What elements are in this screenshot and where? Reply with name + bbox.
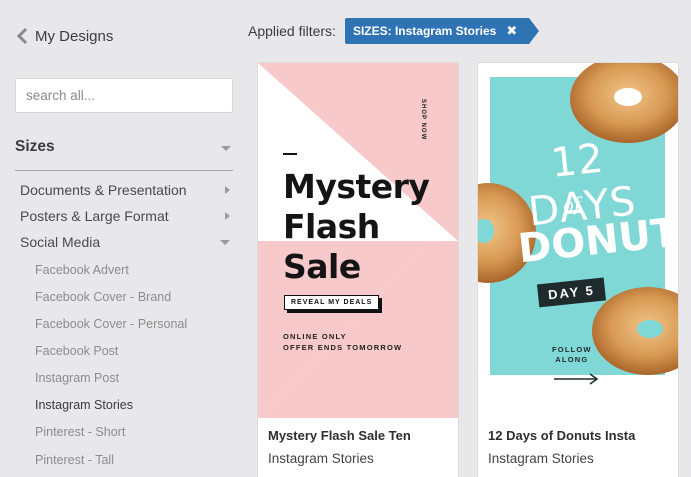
design-name: Mystery Flash Sale Ten [268,428,411,443]
category-label: Posters & Large Format [20,208,169,224]
caret-right-icon [225,212,230,220]
offer-text: ONLINE ONLY OFFER ENDS TOMORROW [283,331,402,353]
subitem-facebook-advert[interactable]: Facebook Advert [35,263,129,277]
filter-chip-sizes[interactable]: SIZES: Instagram Stories ✖ [344,18,540,44]
design-card-12-days-of-donuts[interactable]: 12 DAYS of DONUT DAY 5 FOLLOW ALONG 12 D… [477,62,679,477]
sidebar: My Designs Sizes Documents & Presentatio… [0,0,245,477]
category-label: Social Media [20,234,101,250]
design-card-mystery-flash-sale[interactable]: SHOP NOW Mystery Flash Sale REVEAL MY DE… [257,62,459,477]
category-social-media[interactable]: Social Media [20,234,232,250]
design-type: Instagram Stories [488,451,594,466]
remove-filter-icon[interactable]: ✖ [506,23,517,39]
design-thumbnail: 12 DAYS of DONUT DAY 5 FOLLOW ALONG [478,63,678,418]
follow-along-text: FOLLOW ALONG [552,345,592,365]
offer-line: OFFER ENDS TOMORROW [283,343,403,352]
chevron-left-icon [16,27,28,45]
offer-line: ONLINE ONLY [283,332,347,341]
subitem-facebook-post[interactable]: Facebook Post [35,344,118,358]
shop-now-text: SHOP NOW [420,99,426,141]
of-text: of [561,194,582,217]
arrow-right-icon [554,373,599,385]
design-thumbnail: SHOP NOW Mystery Flash Sale REVEAL MY DE… [258,63,458,418]
subitem-instagram-post[interactable]: Instagram Post [35,371,119,385]
card-meta: 12 Days of Donuts Insta Instagram Storie… [488,428,668,466]
card-meta: Mystery Flash Sale Ten Instagram Stories [268,428,448,466]
category-documents-presentation[interactable]: Documents & Presentation [20,182,232,198]
subitem-facebook-cover-personal[interactable]: Facebook Cover - Personal [35,317,187,331]
reveal-deals-button: REVEAL MY DEALS [284,295,380,310]
sizes-section-title: Sizes [15,138,55,155]
follow-line: ALONG [555,355,589,364]
subitem-instagram-stories[interactable]: Instagram Stories [35,398,133,412]
caret-down-icon [220,239,230,245]
search-input[interactable] [15,78,233,113]
headline-line: Mystery [283,167,430,206]
dash-mark [283,153,297,155]
subitem-facebook-cover-brand[interactable]: Facebook Cover - Brand [35,290,171,304]
filter-chip-label: SIZES: Instagram Stories [352,24,497,38]
category-label: Documents & Presentation [20,182,187,198]
caret-right-icon [225,186,230,194]
design-name: 12 Days of Donuts Insta [488,428,636,443]
subitem-pinterest-tall[interactable]: Pinterest - Tall [35,453,114,467]
headline-line: Flash [283,207,380,246]
applied-filters-label: Applied filters: [248,23,336,39]
sizes-section-header[interactable]: Sizes [15,138,233,171]
applied-filters-bar: Applied filters: SIZES: Instagram Storie… [248,18,540,44]
category-posters-large-format[interactable]: Posters & Large Format [20,208,232,224]
back-to-my-designs-link[interactable]: My Designs [15,26,113,46]
headline-line: Sale [283,247,361,286]
subitem-pinterest-short[interactable]: Pinterest - Short [35,425,125,439]
back-label: My Designs [35,27,114,45]
donut-top-right [570,63,678,143]
headline: Mystery Flash Sale [283,167,430,287]
design-type: Instagram Stories [268,451,374,466]
caret-down-icon [221,146,231,151]
follow-line: FOLLOW [552,345,592,354]
